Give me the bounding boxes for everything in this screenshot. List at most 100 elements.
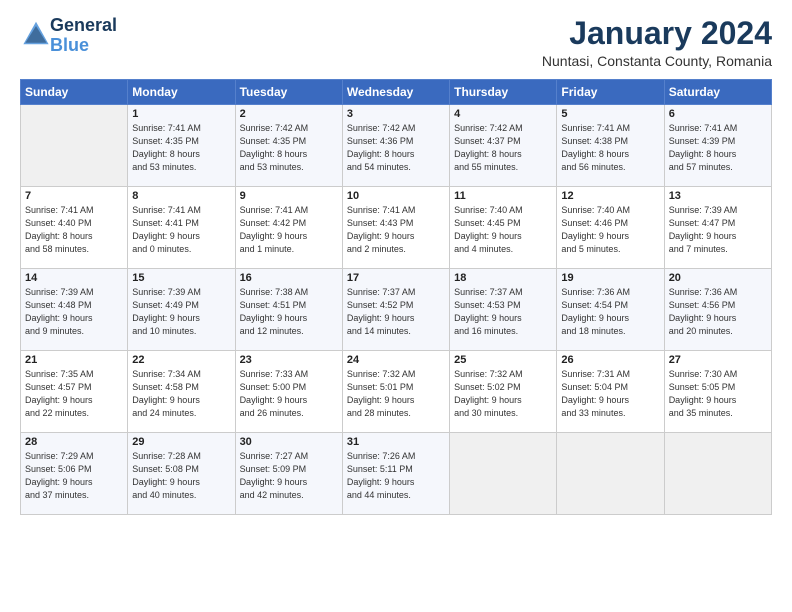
day-number: 21 <box>25 354 123 366</box>
calendar-cell: 29 Sunrise: 7:28 AM Sunset: 5:08 PM Dayli… <box>128 433 235 515</box>
calendar-cell: 14Sunrise: 7:39 AM Sunset: 4:48 PM Dayli… <box>21 269 128 351</box>
calendar-cell: 8Sunrise: 7:41 AM Sunset: 4:41 PM Daylig… <box>128 187 235 269</box>
calendar-cell: 11 Sunrise: 7:40 AM Sunset: 4:45 PM Dayli… <box>450 187 557 269</box>
col-tuesday: Tuesday <box>235 80 342 105</box>
calendar-week-row: 7 Sunrise: 7:41 AM Sunset: 4:40 PM Daylig… <box>21 187 772 269</box>
day-number: 10 <box>347 190 445 202</box>
day-info: Sunrise: 7:39 AM Sunset: 4:47 PM Dayligh… <box>669 204 767 256</box>
calendar-cell <box>21 105 128 187</box>
col-wednesday: Wednesday <box>342 80 449 105</box>
day-number: 12 <box>561 190 659 202</box>
day-info: Sunrise: 7:42 AM Sunset: 4:36 PM Dayligh… <box>347 122 445 174</box>
col-friday: Friday <box>557 80 664 105</box>
day-info: Sunrise: 7:34 AM Sunset: 4:58 PM Dayligh… <box>132 368 230 420</box>
calendar-cell: 22 Sunrise: 7:34 AM Sunset: 4:58 PM Dayli… <box>128 351 235 433</box>
day-number: 3 <box>347 108 445 120</box>
calendar-week-row: 14Sunrise: 7:39 AM Sunset: 4:48 PM Dayli… <box>21 269 772 351</box>
day-info: Sunrise: 7:38 AM Sunset: 4:51 PM Dayligh… <box>240 286 338 338</box>
header: General Blue January 2024 Nuntasi, Const… <box>20 16 772 69</box>
col-saturday: Saturday <box>664 80 771 105</box>
day-number: 30 <box>240 436 338 448</box>
col-monday: Monday <box>128 80 235 105</box>
day-number: 2 <box>240 108 338 120</box>
day-number: 29 <box>132 436 230 448</box>
day-info: Sunrise: 7:41 AM Sunset: 4:42 PM Dayligh… <box>240 204 338 256</box>
calendar-header-row: Sunday Monday Tuesday Wednesday Thursday… <box>21 80 772 105</box>
logo-text: General Blue <box>50 16 117 56</box>
calendar-cell: 30Sunrise: 7:27 AM Sunset: 5:09 PM Dayli… <box>235 433 342 515</box>
calendar-week-row: 21 Sunrise: 7:35 AM Sunset: 4:57 PM Dayli… <box>21 351 772 433</box>
day-info: Sunrise: 7:36 AM Sunset: 4:54 PM Dayligh… <box>561 286 659 338</box>
calendar-cell: 7 Sunrise: 7:41 AM Sunset: 4:40 PM Daylig… <box>21 187 128 269</box>
page: General Blue January 2024 Nuntasi, Const… <box>0 0 792 612</box>
calendar-cell: 10 Sunrise: 7:41 AM Sunset: 4:43 PM Dayli… <box>342 187 449 269</box>
day-info: Sunrise: 7:42 AM Sunset: 4:35 PM Dayligh… <box>240 122 338 174</box>
day-info: Sunrise: 7:40 AM Sunset: 4:45 PM Dayligh… <box>454 204 552 256</box>
day-info: Sunrise: 7:41 AM Sunset: 4:38 PM Dayligh… <box>561 122 659 174</box>
calendar-cell <box>664 433 771 515</box>
month-title: January 2024 <box>542 16 772 51</box>
day-info: Sunrise: 7:33 AM Sunset: 5:00 PM Dayligh… <box>240 368 338 420</box>
calendar-week-row: 28Sunrise: 7:29 AM Sunset: 5:06 PM Dayli… <box>21 433 772 515</box>
calendar-cell: 24Sunrise: 7:32 AM Sunset: 5:01 PM Dayli… <box>342 351 449 433</box>
calendar-cell <box>557 433 664 515</box>
day-number: 26 <box>561 354 659 366</box>
calendar-cell: 26 Sunrise: 7:31 AM Sunset: 5:04 PM Dayli… <box>557 351 664 433</box>
day-info: Sunrise: 7:28 AM Sunset: 5:08 PM Dayligh… <box>132 450 230 502</box>
calendar-cell: 27 Sunrise: 7:30 AM Sunset: 5:05 PM Dayli… <box>664 351 771 433</box>
logo-icon <box>22 19 50 47</box>
day-number: 14 <box>25 272 123 284</box>
day-number: 9 <box>240 190 338 202</box>
day-info: Sunrise: 7:36 AM Sunset: 4:56 PM Dayligh… <box>669 286 767 338</box>
day-info: Sunrise: 7:30 AM Sunset: 5:05 PM Dayligh… <box>669 368 767 420</box>
calendar-cell: 5 Sunrise: 7:41 AM Sunset: 4:38 PM Daylig… <box>557 105 664 187</box>
day-number: 5 <box>561 108 659 120</box>
day-number: 19 <box>561 272 659 284</box>
day-info: Sunrise: 7:42 AM Sunset: 4:37 PM Dayligh… <box>454 122 552 174</box>
calendar-cell: 19 Sunrise: 7:36 AM Sunset: 4:54 PM Dayli… <box>557 269 664 351</box>
day-number: 8 <box>132 190 230 202</box>
col-thursday: Thursday <box>450 80 557 105</box>
day-number: 28 <box>25 436 123 448</box>
day-number: 1 <box>132 108 230 120</box>
day-info: Sunrise: 7:35 AM Sunset: 4:57 PM Dayligh… <box>25 368 123 420</box>
calendar-table: Sunday Monday Tuesday Wednesday Thursday… <box>20 79 772 515</box>
day-number: 13 <box>669 190 767 202</box>
calendar-cell: 16Sunrise: 7:38 AM Sunset: 4:51 PM Dayli… <box>235 269 342 351</box>
day-number: 17 <box>347 272 445 284</box>
calendar-cell: 4Sunrise: 7:42 AM Sunset: 4:37 PM Daylig… <box>450 105 557 187</box>
day-info: Sunrise: 7:32 AM Sunset: 5:01 PM Dayligh… <box>347 368 445 420</box>
day-info: Sunrise: 7:41 AM Sunset: 4:35 PM Dayligh… <box>132 122 230 174</box>
day-info: Sunrise: 7:37 AM Sunset: 4:53 PM Dayligh… <box>454 286 552 338</box>
day-number: 11 <box>454 190 552 202</box>
calendar-cell: 25Sunrise: 7:32 AM Sunset: 5:02 PM Dayli… <box>450 351 557 433</box>
day-number: 22 <box>132 354 230 366</box>
day-number: 31 <box>347 436 445 448</box>
day-info: Sunrise: 7:31 AM Sunset: 5:04 PM Dayligh… <box>561 368 659 420</box>
day-info: Sunrise: 7:40 AM Sunset: 4:46 PM Dayligh… <box>561 204 659 256</box>
day-info: Sunrise: 7:39 AM Sunset: 4:49 PM Dayligh… <box>132 286 230 338</box>
calendar-cell: 18Sunrise: 7:37 AM Sunset: 4:53 PM Dayli… <box>450 269 557 351</box>
calendar-cell: 1 Sunrise: 7:41 AM Sunset: 4:35 PM Daylig… <box>128 105 235 187</box>
day-number: 25 <box>454 354 552 366</box>
day-info: Sunrise: 7:41 AM Sunset: 4:39 PM Dayligh… <box>669 122 767 174</box>
col-sunday: Sunday <box>21 80 128 105</box>
title-block: January 2024 Nuntasi, Constanta County, … <box>542 16 772 69</box>
calendar-cell: 20 Sunrise: 7:36 AM Sunset: 4:56 PM Dayli… <box>664 269 771 351</box>
calendar-cell: 9 Sunrise: 7:41 AM Sunset: 4:42 PM Daylig… <box>235 187 342 269</box>
calendar-cell: 3 Sunrise: 7:42 AM Sunset: 4:36 PM Daylig… <box>342 105 449 187</box>
day-number: 7 <box>25 190 123 202</box>
calendar-cell: 28Sunrise: 7:29 AM Sunset: 5:06 PM Dayli… <box>21 433 128 515</box>
calendar-cell: 2 Sunrise: 7:42 AM Sunset: 4:35 PM Daylig… <box>235 105 342 187</box>
day-number: 27 <box>669 354 767 366</box>
logo: General Blue <box>20 16 117 56</box>
calendar-cell <box>450 433 557 515</box>
day-info: Sunrise: 7:41 AM Sunset: 4:43 PM Dayligh… <box>347 204 445 256</box>
calendar-cell: 12 Sunrise: 7:40 AM Sunset: 4:46 PM Dayli… <box>557 187 664 269</box>
calendar-cell: 17Sunrise: 7:37 AM Sunset: 4:52 PM Dayli… <box>342 269 449 351</box>
day-number: 15 <box>132 272 230 284</box>
calendar-week-row: 1 Sunrise: 7:41 AM Sunset: 4:35 PM Daylig… <box>21 105 772 187</box>
day-info: Sunrise: 7:41 AM Sunset: 4:40 PM Dayligh… <box>25 204 123 256</box>
day-info: Sunrise: 7:26 AM Sunset: 5:11 PM Dayligh… <box>347 450 445 502</box>
day-number: 20 <box>669 272 767 284</box>
